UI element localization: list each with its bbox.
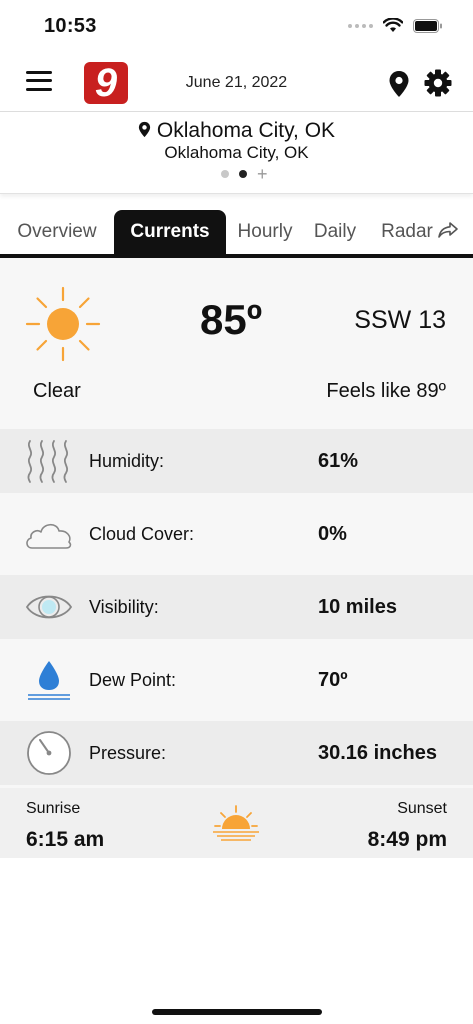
humidity-icon [27,440,69,483]
sunset-icon [213,805,259,841]
wifi-icon [383,18,403,32]
location-marker-icon [138,121,151,138]
home-indicator[interactable] [152,1009,322,1015]
dew-point-label: Dew Point: [89,670,177,690]
location-secondary: Oklahoma City, OK [164,143,309,162]
feels-like: Feels like 89º [326,380,446,402]
pressure-label: Pressure: [89,743,167,763]
location-selector[interactable]: Oklahoma City, OK Oklahoma City, OK + [0,112,473,194]
tab-daily[interactable]: Daily [304,210,366,254]
dew-point-value: 70º [318,669,348,691]
gauge-icon [27,731,71,775]
page-indicator[interactable]: + [221,165,268,183]
visibility-label: Visibility: [89,597,159,617]
add-location-icon[interactable]: + [257,165,268,183]
current-conditions: 85º SSW 13 Clear Feels like 89º Humidity… [0,258,473,858]
sunrise-label: Sunrise [26,800,81,817]
wind-speed: SSW 13 [354,306,446,334]
share-arrow-icon [438,222,458,238]
detail-row-dew-point: Dew Point: 70º [0,648,473,712]
current-temperature: 85º [200,296,263,343]
detail-row-pressure: Pressure: 30.16 inches [0,721,473,785]
detail-row-cloud-cover: Cloud Cover: 0% [0,502,473,566]
page-dot[interactable] [221,170,229,178]
status-bar: 10:53 [0,0,473,54]
sunset-time: 8:49 pm [367,828,447,851]
top-navigation: 9 June 21, 2022 [0,54,473,112]
condition-text: Clear [33,380,81,402]
detail-row-humidity: Humidity: 61% [0,429,473,493]
humidity-label: Humidity: [89,451,165,471]
sunset-label: Sunset [397,800,447,817]
page-dot-active[interactable] [239,170,247,178]
location-pin-icon[interactable] [388,70,410,98]
status-time: 10:53 [44,15,97,37]
pressure-value: 30.16 inches [318,742,437,764]
cloud-icon [26,523,72,549]
water-drop-icon [28,661,70,700]
signal-dots-icon [348,23,373,28]
sunrise-time: 6:15 am [26,828,105,851]
forecast-tabs: Overview Currents Hourly Daily Radar [0,210,473,258]
humidity-value: 61% [318,450,359,472]
eye-icon [25,595,73,619]
cloud-cover-label: Cloud Cover: [89,524,195,544]
sunrise-sunset-row: Sunrise 6:15 am Sunset 8:49 pm [0,788,473,858]
tab-radar-label: Radar [381,221,433,242]
settings-gear-icon[interactable] [424,69,452,97]
detail-row-visibility: Visibility: 10 miles [0,575,473,639]
tab-hourly[interactable]: Hourly [230,210,300,254]
visibility-value: 10 miles [318,596,397,618]
sunny-icon [25,286,101,362]
tab-radar[interactable]: Radar [370,210,470,254]
location-primary: Oklahoma City, OK [0,119,473,143]
tab-overview[interactable]: Overview [4,210,110,254]
location-primary-text: Oklahoma City, OK [156,119,336,142]
battery-icon [413,18,442,33]
status-icons [348,18,443,33]
cloud-cover-value: 0% [318,523,347,545]
tab-currents[interactable]: Currents [114,210,226,254]
